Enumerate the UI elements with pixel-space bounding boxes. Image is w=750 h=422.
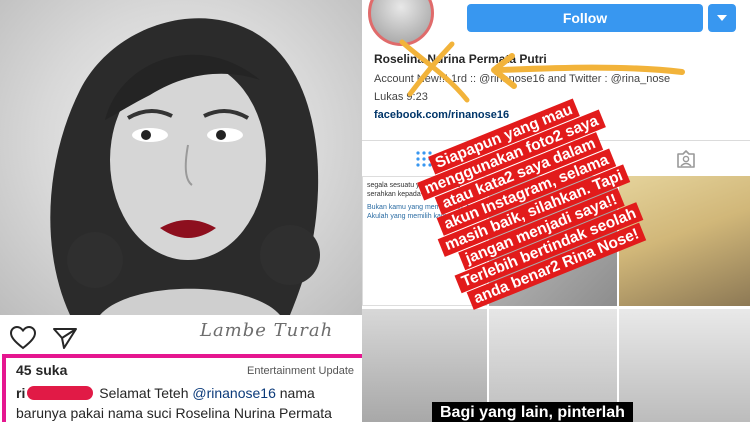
- caption-mention[interactable]: @rinanose16: [192, 385, 276, 401]
- follow-button[interactable]: Follow: [467, 4, 703, 32]
- likes-count[interactable]: 45 suka: [16, 362, 67, 378]
- watermark: Lambe Turah: [200, 320, 334, 341]
- post-caption: ri Selamat Teteh @rinanose16 nama baruny…: [16, 383, 356, 422]
- source-label: Entertainment Update: [246, 365, 354, 377]
- send-icon[interactable]: [52, 326, 78, 350]
- post-photo[interactable]: [0, 0, 362, 315]
- caption-highlight: 45 suka Entertainment Update ri Selamat …: [2, 354, 362, 422]
- heart-icon[interactable]: [10, 326, 36, 350]
- profile-bio: Account New!!! 1rd :: @rinanose16 and Tw…: [374, 73, 671, 85]
- post-panel: Lambe Turah 45 suka Entertainment Update…: [0, 0, 362, 422]
- chevron-down-icon: [717, 15, 727, 21]
- profile-verse: Lukas 9:23: [374, 91, 428, 103]
- follow-options-button[interactable]: [708, 4, 736, 32]
- tagged-icon[interactable]: [676, 150, 696, 168]
- caption-text-start: Selamat Teteh: [99, 385, 189, 401]
- profile-link[interactable]: facebook.com/rinanose16: [374, 109, 509, 121]
- caption-username[interactable]: ri: [16, 385, 25, 401]
- username-redaction: [27, 386, 94, 400]
- bottom-banner: Bagi yang lain, pinterlah: [432, 402, 633, 422]
- avatar[interactable]: [368, 0, 434, 46]
- portrait-illustration: [50, 18, 320, 315]
- profile-name: Roselina Nurina Permata Putri: [374, 52, 547, 66]
